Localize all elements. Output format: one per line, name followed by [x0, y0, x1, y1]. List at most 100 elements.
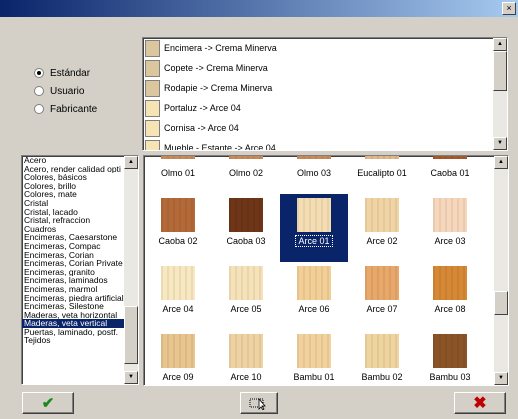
material-scrollbar[interactable]: ▲ ▼ [494, 156, 508, 385]
radio-usuario-button[interactable] [34, 86, 44, 96]
assignment-item[interactable]: Mueble - Estante -> Arce 04 [143, 138, 507, 151]
category-item[interactable]: Cristal [22, 199, 128, 208]
category-item[interactable]: Cristal, refraccion [22, 216, 128, 225]
assignment-item[interactable]: Portaluz -> Arce 04 [143, 98, 507, 118]
material-swatch [161, 156, 195, 159]
scroll-down-arrow-icon[interactable]: ▼ [124, 371, 138, 384]
category-item[interactable]: Colores, básicos [22, 173, 128, 182]
assignment-item[interactable]: Rodapie -> Crema Minerva [143, 78, 507, 98]
material-name: Caoba 03 [226, 236, 266, 246]
material-name: Arce 09 [162, 372, 194, 382]
assignment-item[interactable]: Encimera -> Crema Minerva [143, 38, 507, 58]
material-tile[interactable]: Caoba 02 [144, 194, 212, 262]
material-name: Arce 08 [434, 304, 466, 314]
category-item[interactable]: Encimeras, Silestone [22, 302, 128, 311]
material-name: Bambu 02 [361, 372, 403, 382]
assignment-label: Mueble - Estante -> Arce 04 [164, 143, 276, 151]
category-item[interactable]: Encimeras, laminados [22, 276, 128, 285]
material-grid[interactable]: Olmo 01 Olmo 02 Olmo 03 Eucalipto 01 Caoba 0… [143, 155, 509, 386]
assignment-list[interactable]: Encimera -> Crema Minerva Copete -> Crem… [142, 37, 508, 151]
category-scrollbar[interactable]: ▲ ▼ [124, 156, 138, 384]
category-item[interactable]: Maderas, veta horizontal [22, 311, 128, 320]
assignment-label: Copete -> Crema Minerva [164, 63, 268, 73]
material-name: Arce 01 [295, 235, 333, 247]
material-swatch [433, 266, 467, 300]
scroll-thumb[interactable] [493, 51, 507, 91]
material-tile[interactable]: Arce 10 [212, 330, 280, 385]
scroll-up-arrow-icon[interactable]: ▲ [493, 38, 507, 51]
pointer-cursor-icon [249, 396, 269, 411]
radio-estandar-label: Estándar [50, 67, 91, 79]
material-tile[interactable]: Bambu 02 [348, 330, 416, 385]
material-swatch [161, 266, 195, 300]
category-item[interactable]: Colores, mate [22, 190, 128, 199]
scroll-up-arrow-icon[interactable]: ▲ [494, 156, 508, 169]
category-item[interactable]: Tejidos [22, 336, 128, 345]
radio-estandar[interactable]: Estándar [34, 64, 144, 82]
material-name: Arce 10 [230, 372, 262, 382]
assignment-label: Encimera -> Crema Minerva [164, 43, 277, 53]
category-item[interactable]: Encimeras, granito [22, 268, 128, 277]
material-name: Arce 02 [366, 236, 398, 246]
scroll-thumb[interactable] [494, 291, 508, 315]
close-button[interactable]: × [502, 2, 516, 15]
scroll-up-arrow-icon[interactable]: ▲ [124, 156, 138, 169]
title-bar: × [0, 0, 518, 17]
material-swatch [365, 198, 399, 232]
material-swatch [297, 266, 331, 300]
category-item[interactable]: Cristal, lacado [22, 208, 128, 217]
material-tile[interactable]: Arce 01 [280, 194, 348, 262]
scroll-down-arrow-icon[interactable]: ▼ [494, 372, 508, 385]
material-tile[interactable]: Bambu 03 [416, 330, 484, 385]
category-list[interactable]: Acero Acero, render calidad opti Colores, … [21, 155, 139, 385]
category-item[interactable]: Encimeras, Corian [22, 251, 128, 260]
category-item[interactable]: Colores, brillo [22, 182, 128, 191]
material-tile[interactable]: Arce 03 [416, 194, 484, 262]
material-tile[interactable]: Arce 05 [212, 262, 280, 330]
material-tile[interactable]: Arce 04 [144, 262, 212, 330]
material-tile[interactable]: Caoba 03 [212, 194, 280, 262]
material-name: Bambu 03 [429, 372, 471, 382]
scroll-down-arrow-icon[interactable]: ▼ [493, 137, 507, 150]
material-name: Caoba 02 [158, 236, 198, 246]
scroll-thumb[interactable] [124, 306, 138, 364]
category-item[interactable]: Maderas, veta vertical [22, 319, 128, 328]
radio-usuario[interactable]: Usuario [34, 82, 144, 100]
category-item[interactable]: Encimeras, Compac [22, 242, 128, 251]
close-icon: × [506, 3, 512, 13]
assignment-scrollbar[interactable]: ▲ ▼ [493, 38, 507, 150]
assignment-swatch [145, 99, 160, 117]
material-tile[interactable]: Arce 07 [348, 262, 416, 330]
material-name: Arce 07 [366, 304, 398, 314]
cancel-button[interactable]: ✖ [454, 392, 506, 414]
category-item[interactable]: Puertas, laminado, postf. [22, 328, 128, 337]
material-tile[interactable]: Arce 06 [280, 262, 348, 330]
radio-fabricante-button[interactable] [34, 104, 44, 114]
radio-usuario-label: Usuario [50, 85, 85, 97]
category-item[interactable]: Acero [22, 156, 128, 165]
assignment-swatch [145, 59, 160, 77]
category-item[interactable]: Encimeras, Caesarstone [22, 233, 128, 242]
assignment-item[interactable]: Copete -> Crema Minerva [143, 58, 507, 78]
material-name: Eucalipto 01 [357, 168, 407, 178]
material-tile[interactable]: Arce 09 [144, 330, 212, 385]
assignment-item[interactable]: Cornisa -> Arce 04 [143, 118, 507, 138]
radio-estandar-button[interactable] [34, 68, 44, 78]
material-swatch [229, 266, 263, 300]
assignment-label: Cornisa -> Arce 04 [164, 123, 239, 133]
pick-button[interactable] [240, 392, 278, 414]
assignment-swatch [145, 119, 160, 137]
material-tile[interactable]: Bambu 01 [280, 330, 348, 385]
material-tile[interactable]: Arce 08 [416, 262, 484, 330]
material-swatch [433, 198, 467, 232]
category-item[interactable]: Encimeras, marmol [22, 285, 128, 294]
assignment-label: Rodapie -> Crema Minerva [164, 83, 273, 93]
radio-fabricante[interactable]: Fabricante [34, 100, 144, 118]
category-item[interactable]: Encimeras, Corian Private [22, 259, 128, 268]
category-item[interactable]: Encimeras, piedra artificial [22, 294, 128, 303]
material-swatch [229, 156, 263, 159]
category-item[interactable]: Cuadros [22, 225, 128, 234]
category-item[interactable]: Acero, render calidad opti [22, 165, 128, 174]
ok-button[interactable]: ✔ [22, 392, 74, 414]
material-tile[interactable]: Arce 02 [348, 194, 416, 262]
